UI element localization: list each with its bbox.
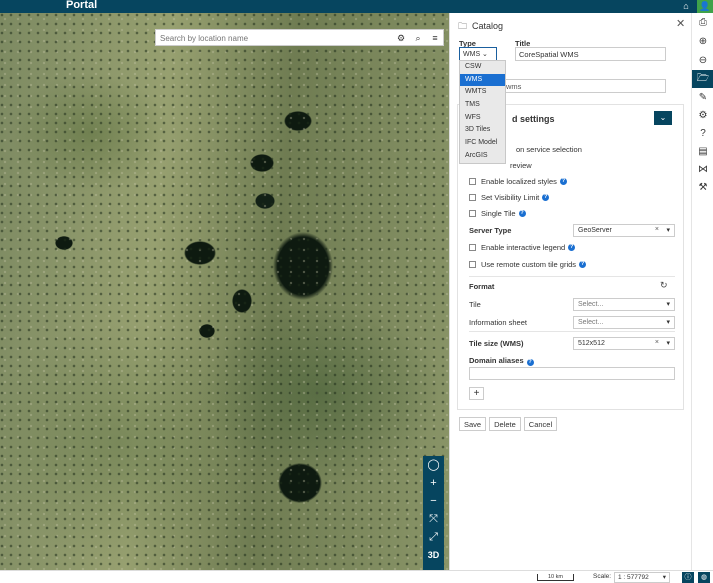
zoom-extent-icon[interactable]: ⤧ [423, 510, 444, 528]
url-input[interactable]: wms [502, 79, 666, 93]
share-icon[interactable]: ⋈ [692, 161, 713, 179]
zoom-in-button[interactable]: + [423, 474, 444, 492]
map-imagery [0, 13, 449, 570]
search-input[interactable] [160, 32, 380, 44]
home-icon[interactable]: ⌂ [679, 0, 693, 13]
scale-bar: 10 km [537, 574, 574, 581]
option-tms[interactable]: TMS [460, 99, 505, 112]
help-icon[interactable]: ? [692, 125, 713, 143]
upload-icon[interactable]: ⊕ [692, 33, 713, 51]
checkbox[interactable] [469, 210, 476, 217]
form-buttons: Save Delete Cancel [459, 417, 558, 431]
option-ifc-model[interactable]: IFC Model [460, 137, 505, 150]
delete-button[interactable]: Delete [489, 417, 521, 431]
save-button[interactable]: Save [459, 417, 487, 431]
domain-aliases-label: Domain aliases? [469, 356, 534, 366]
server-type-label: Server Type [469, 226, 512, 235]
menu-icon[interactable]: ≡ [429, 32, 441, 44]
measure-icon[interactable]: ✎ [692, 89, 713, 107]
book-icon[interactable]: ▤ [692, 143, 713, 161]
refresh-icon[interactable]: ↻ [660, 280, 668, 291]
right-toolbar: ⎙ ⊕ ⊖ 🗁 ✎ ⚙ ? ▤ ⋈ ⚒ [691, 13, 713, 570]
format-label: Format [469, 282, 495, 291]
map-info-icon[interactable]: ⓘ [682, 572, 694, 583]
option-wmts[interactable]: WMTS [460, 86, 505, 99]
info-sheet-select[interactable]: Select... ▾ [573, 316, 675, 329]
search-bar: ⚙ ⌕ ≡ [155, 29, 444, 46]
zoom-out-button[interactable]: − [423, 492, 444, 510]
option-3d-tiles[interactable]: 3D Tiles [460, 124, 505, 137]
option-arcgis[interactable]: ArcGIS [460, 150, 505, 163]
catalog-panel: 🗀 Catalog ✕ Type Title WMS ⌄ CoreSpatial … [449, 13, 691, 570]
help-icon[interactable]: ? [559, 178, 567, 185]
scale-select[interactable]: 1 : 577792 ▾ [614, 572, 670, 583]
print-icon[interactable]: ⎙ [692, 14, 713, 32]
localized-styles-row[interactable]: Enable localized styles? [469, 177, 567, 186]
tools-icon[interactable]: ⚒ [692, 179, 713, 197]
map-controls: ◯ + − ⤧ ⤢ 3D ••• [423, 456, 444, 570]
checkbox[interactable] [469, 261, 476, 268]
top-bar: Portal ⌂ 👤 [0, 0, 713, 13]
fullscreen-icon[interactable]: ⤢ [423, 528, 444, 546]
map-view[interactable]: ⚙ ⌕ ≡ ◯ + − ⤧ ⤢ 3D ••• [0, 13, 449, 570]
domain-alias-input[interactable] [469, 367, 675, 380]
checkbox[interactable] [469, 194, 476, 201]
panel-title: Catalog [472, 21, 504, 31]
type-select[interactable]: WMS ⌄ [459, 47, 497, 61]
single-tile-row[interactable]: Single Tile? [469, 209, 526, 218]
option-wms[interactable]: WMS [460, 73, 505, 87]
option-csw[interactable]: CSW [460, 61, 505, 74]
brand-title: Portal [66, 0, 98, 11]
partial-option-1: on service selection [516, 145, 582, 154]
cancel-button[interactable]: Cancel [523, 417, 558, 431]
info-sheet-label: Information sheet [469, 318, 527, 327]
help-icon[interactable]: ? [568, 244, 576, 251]
interactive-legend-row[interactable]: Enable interactive legend? [469, 243, 576, 252]
download-icon[interactable]: ⊖ [692, 52, 713, 70]
globe-icon[interactable]: ◯ [423, 456, 444, 474]
checkbox[interactable] [469, 244, 476, 251]
help-icon[interactable]: ? [518, 210, 526, 217]
gear-icon[interactable]: ⚙ [395, 32, 407, 44]
server-type-select[interactable]: GeoServer × ▾ [573, 224, 675, 237]
divider [469, 331, 675, 332]
tile-size-label: Tile size (WMS) [469, 339, 524, 348]
partial-option-2: review [510, 161, 532, 170]
toggle-3d-button[interactable]: 3D [423, 546, 444, 564]
type-dropdown: CSW WMS WMTS TMS WFS 3D Tiles IFC Model … [459, 60, 506, 164]
tile-size-select[interactable]: 512x512 × ▾ [573, 337, 675, 350]
catalog-icon[interactable]: 🗁 [692, 70, 713, 88]
checkbox[interactable] [469, 178, 476, 185]
title-input[interactable]: CoreSpatial WMS [515, 47, 666, 61]
scale-label: Scale: [593, 573, 612, 580]
status-bar: 10 km Scale: 1 : 577792 ▾ ⓘ ◍ [0, 570, 713, 583]
remote-tile-grids-row[interactable]: Use remote custom tile grids? [469, 260, 587, 269]
add-alias-button[interactable]: + [469, 387, 484, 400]
user-icon[interactable]: 👤 [697, 0, 713, 13]
help-icon[interactable]: ? [542, 194, 550, 201]
folder-icon: 🗀 [458, 21, 468, 31]
help-icon[interactable]: ? [579, 261, 587, 268]
option-wfs[interactable]: WFS [460, 112, 505, 125]
chevron-down-icon[interactable]: ⌄ [654, 111, 672, 125]
help-icon[interactable]: ? [526, 359, 534, 366]
tile-format-select[interactable]: Select... ▾ [573, 298, 675, 311]
advanced-settings-title: d settings [512, 114, 555, 124]
panel-header: 🗀 Catalog [458, 19, 503, 35]
divider [469, 276, 675, 277]
settings-icon[interactable]: ⚙ [692, 107, 713, 125]
search-icon[interactable]: ⌕ [412, 32, 424, 44]
globe-icon[interactable]: ◍ [698, 572, 710, 583]
close-icon[interactable]: ✕ [676, 17, 685, 30]
tile-label: Tile [469, 300, 481, 309]
visibility-limit-row[interactable]: Set Visibility Limit? [469, 193, 550, 202]
